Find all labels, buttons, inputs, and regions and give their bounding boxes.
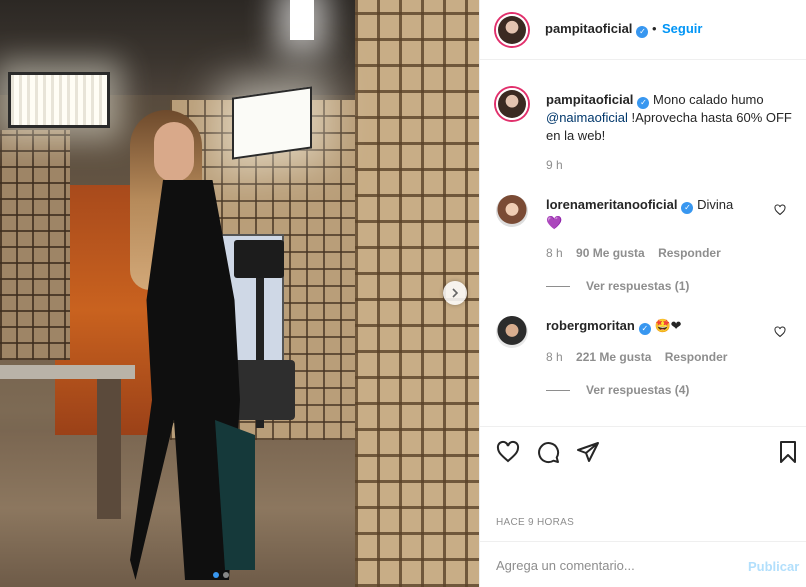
bookmark-icon[interactable]: [776, 440, 800, 464]
comment-time[interactable]: 8 h: [546, 350, 563, 364]
verified-badge-icon: ✓: [636, 26, 649, 38]
comment-like-heart-icon[interactable]: [774, 204, 786, 216]
caption-text-start: Mono calado humo: [653, 92, 764, 107]
caption-time[interactable]: 9 h: [546, 158, 563, 172]
author-avatar[interactable]: [496, 14, 528, 46]
comment-reply-button[interactable]: Responder: [658, 246, 721, 260]
caption-author-avatar[interactable]: [496, 88, 528, 120]
comment-emoji: 🤩❤: [654, 318, 682, 333]
photo-lattice-left: [0, 130, 70, 360]
post-actions: HACE 9 HORAS: [480, 426, 806, 541]
comment-like-heart-icon[interactable]: [774, 326, 786, 338]
comment-input[interactable]: [496, 554, 726, 576]
comment-avatar[interactable]: [496, 316, 528, 348]
post-header: pampitaoficial ✓ • Seguir: [480, 0, 806, 60]
send-icon[interactable]: [576, 440, 600, 464]
post-caption: pampitaoficial ✓ Mono calado humo @naimao…: [546, 91, 796, 145]
photo-lamp-left: [8, 72, 110, 128]
verified-badge-icon: ✓: [638, 323, 651, 335]
post-side-panel: pampitaoficial ✓ • Seguir pampitaoficial ✓…: [479, 0, 806, 587]
publish-button[interactable]: Publicar: [748, 559, 799, 574]
follow-separator: •: [652, 21, 657, 36]
comment-text: Divina: [697, 197, 734, 212]
carousel-dot-active: [213, 572, 219, 578]
comment-body: lorenameritanooficial ✓ Divina 💜: [546, 196, 796, 232]
caption-author-username[interactable]: pampitaoficial ✓: [546, 92, 650, 109]
view-replies-button[interactable]: Ver respuestas (1): [546, 279, 689, 293]
follow-button[interactable]: Seguir: [662, 21, 702, 36]
caption-mention[interactable]: @naimaoficial: [546, 110, 628, 125]
comment-likes[interactable]: 90 Me gusta: [576, 246, 645, 260]
comment-emoji: 💜: [546, 215, 563, 230]
verified-badge-icon: ✓: [681, 202, 694, 214]
comment-reply-button[interactable]: Responder: [665, 350, 728, 364]
verified-badge-icon: ✓: [637, 97, 650, 109]
comment-meta: 8 h 221 Me gusta Responder: [546, 350, 727, 364]
photo-lamp-top: [290, 0, 314, 40]
post-time-ago[interactable]: HACE 9 HORAS: [496, 517, 574, 528]
comment-time[interactable]: 8 h: [546, 246, 563, 260]
comment-likes[interactable]: 221 Me gusta: [576, 350, 651, 364]
post-photo[interactable]: [0, 0, 479, 587]
comment-username[interactable]: lorenameritanooficial ✓: [546, 197, 694, 214]
comment-meta: 8 h 90 Me gusta Responder: [546, 246, 721, 260]
comment-username[interactable]: robergmoritan ✓: [546, 318, 651, 335]
comment-composer: Publicar: [480, 541, 806, 587]
view-replies-line: [546, 285, 570, 287]
carousel-next-button[interactable]: [443, 281, 467, 305]
chevron-right-icon: [452, 288, 459, 298]
author-username[interactable]: pampitaoficial ✓: [545, 21, 649, 38]
view-replies-line: [546, 389, 570, 391]
comment-icon[interactable]: [536, 440, 560, 464]
view-replies-button[interactable]: Ver respuestas (4): [546, 383, 689, 397]
photo-person: [110, 110, 255, 580]
carousel-dots: [213, 572, 229, 578]
comment-body: robergmoritan ✓ 🤩❤: [546, 317, 796, 335]
carousel-dot: [223, 572, 229, 578]
comments-list[interactable]: pampitaoficial ✓ Mono calado humo @naimao…: [480, 61, 806, 426]
heart-icon[interactable]: [496, 440, 520, 464]
comment-avatar[interactable]: [496, 195, 528, 227]
